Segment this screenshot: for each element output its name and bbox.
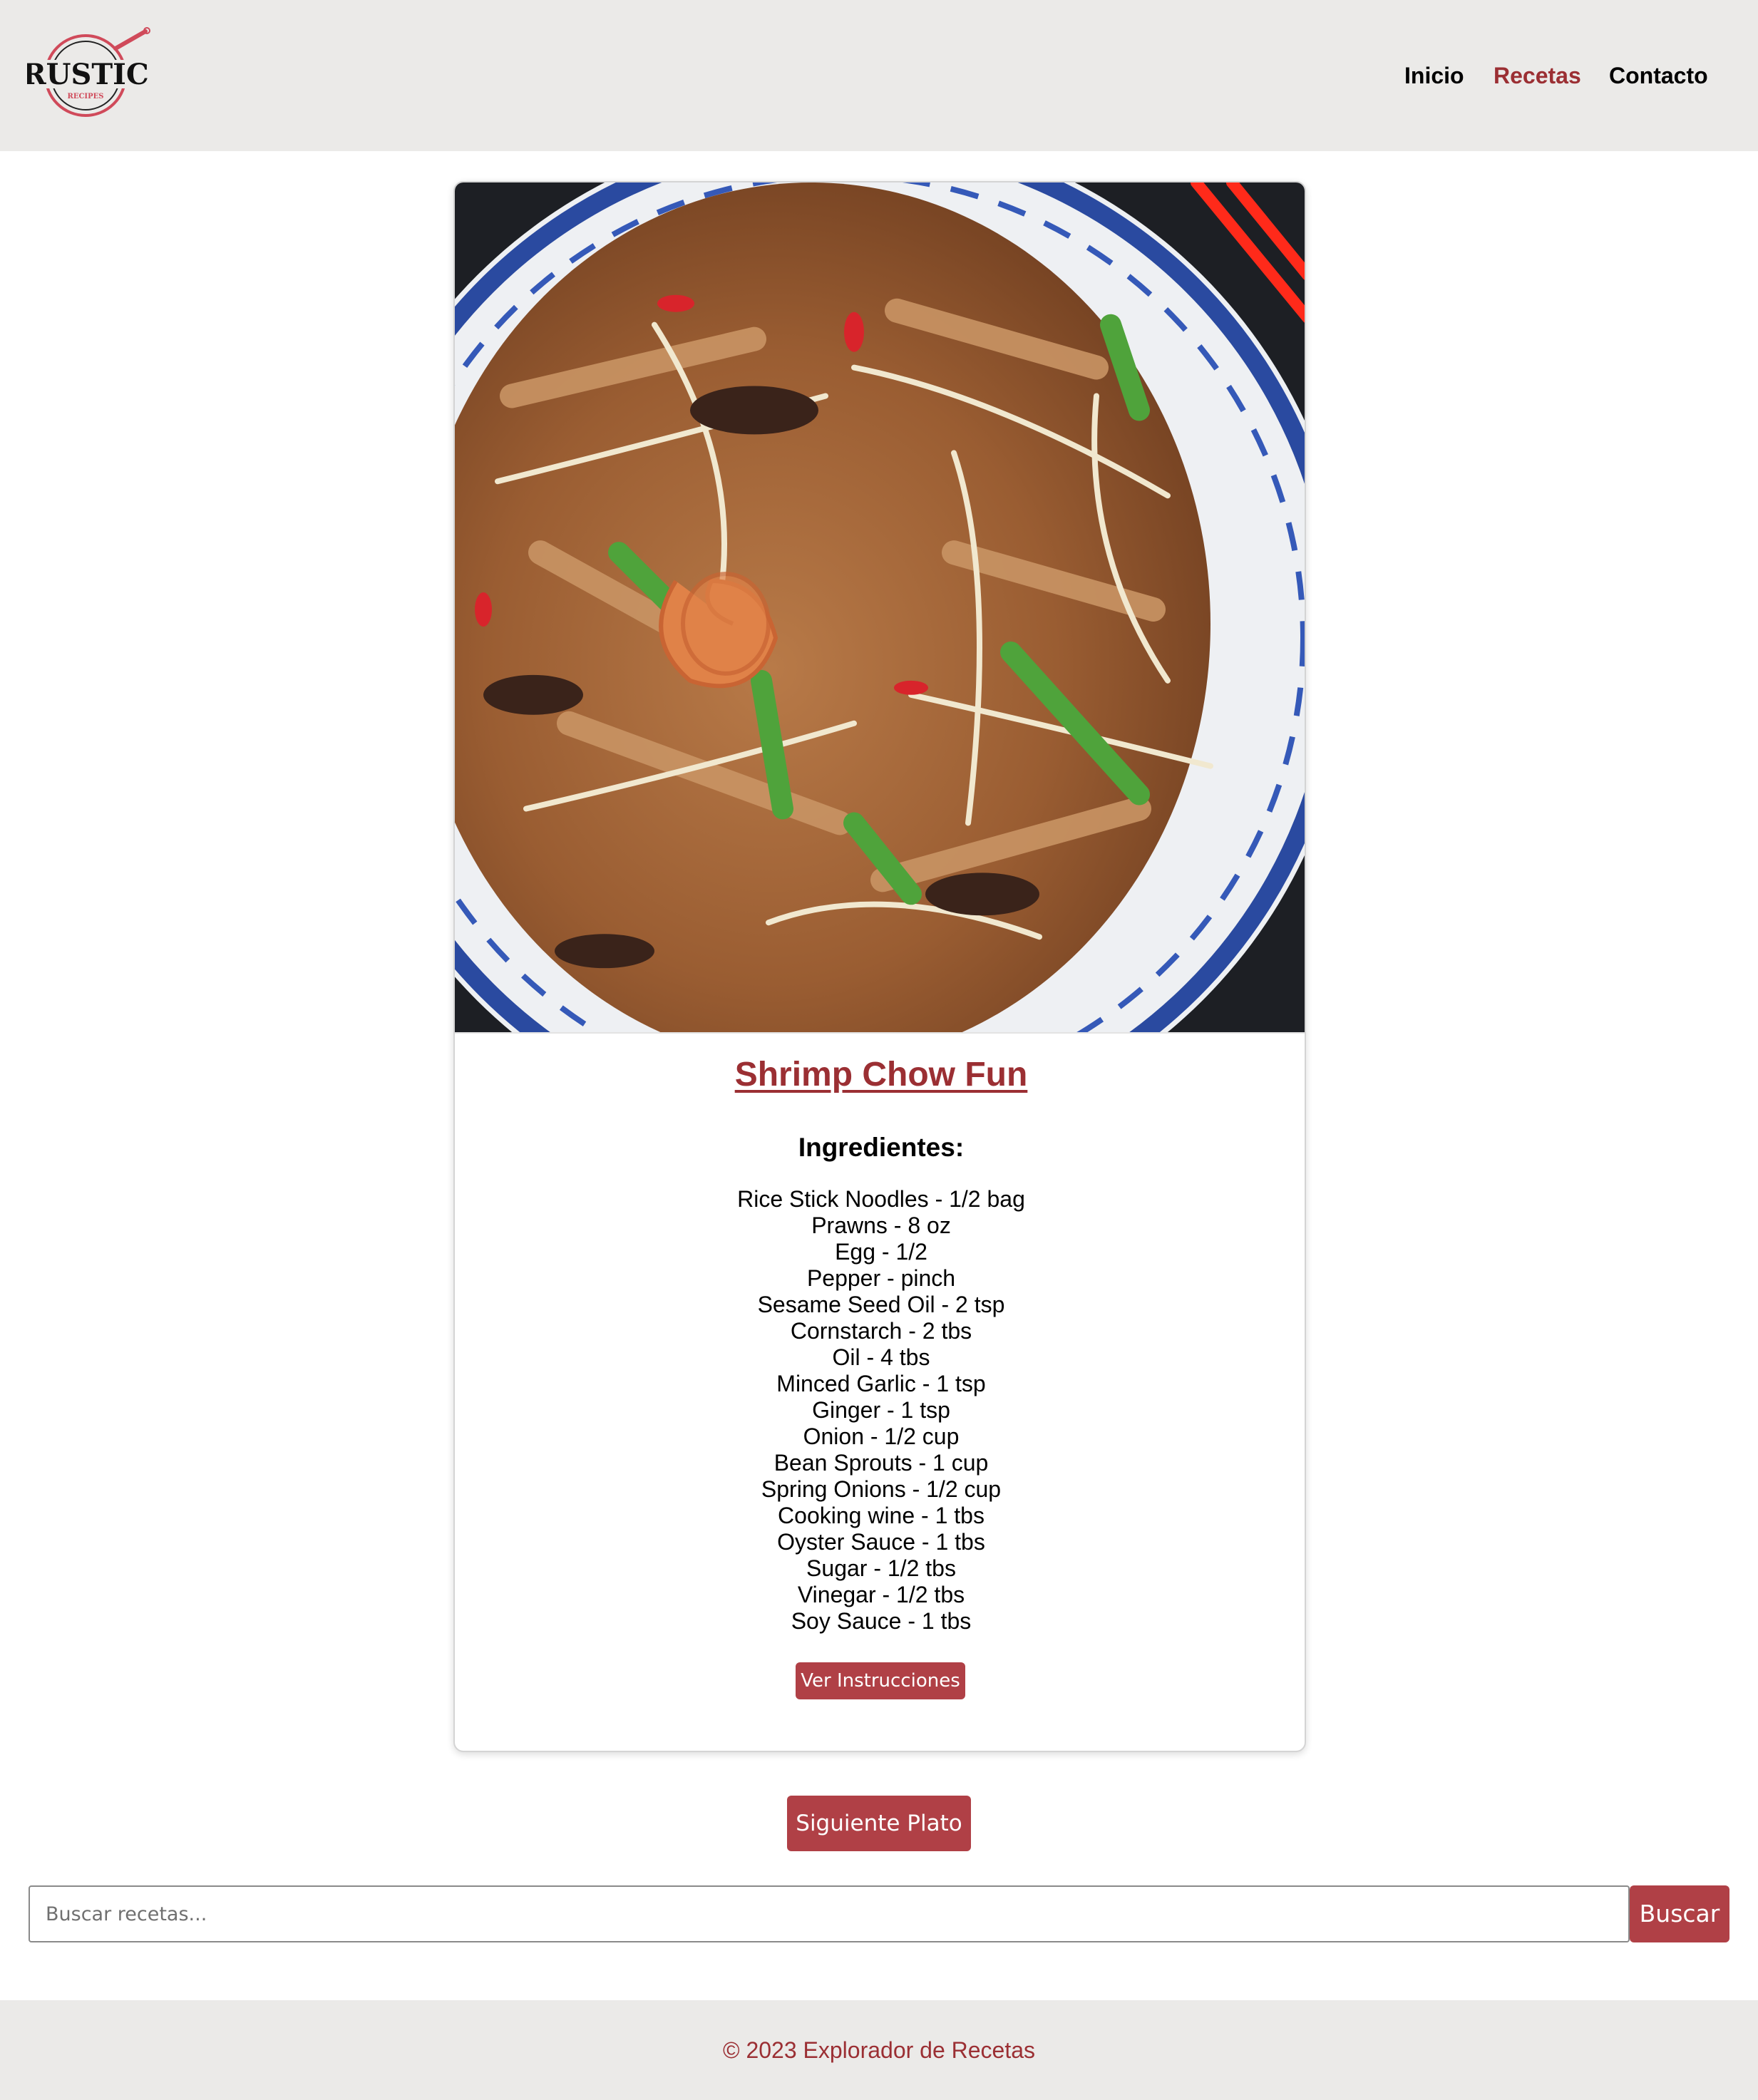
nav-link-inicio[interactable]: Inicio bbox=[1404, 60, 1464, 91]
logo-subtext: RECIPES bbox=[68, 93, 104, 101]
recipe-photo bbox=[455, 182, 1305, 1034]
main-nav: Inicio Recetas Contacto bbox=[0, 60, 1758, 91]
ingredient-item: Oil - 4 tbs bbox=[832, 1344, 930, 1370]
recipe-card: Shrimp Chow Fun Ingredientes: Rice Stick… bbox=[453, 181, 1306, 1752]
ingredients-heading: Ingredientes: bbox=[798, 1133, 965, 1162]
view-instructions-button[interactable]: Ver Instrucciones bbox=[796, 1662, 965, 1699]
ingredient-item: Minced Garlic - 1 tsp bbox=[776, 1371, 986, 1396]
ingredient-item: Prawns - 8 oz bbox=[811, 1213, 951, 1238]
ingredients-list: Rice Stick Noodles - 1/2 bag Prawns - 8 … bbox=[455, 1186, 1305, 1635]
nav-link-recetas[interactable]: Recetas bbox=[1494, 60, 1581, 91]
ingredient-item: Ginger - 1 tsp bbox=[812, 1397, 950, 1423]
ingredient-item: Sesame Seed Oil - 2 tsp bbox=[757, 1292, 1005, 1317]
ingredient-item: Egg - 1/2 bbox=[835, 1239, 927, 1265]
ingredient-item: Rice Stick Noodles - 1/2 bag bbox=[737, 1186, 1025, 1212]
nav-link-contacto[interactable]: Contacto bbox=[1609, 60, 1708, 91]
ingredient-item: Pepper - pinch bbox=[806, 1265, 956, 1291]
footer-copyright: © 2023 Explorador de Recetas bbox=[722, 2037, 1036, 2063]
ingredient-item: Cornstarch - 2 tbs bbox=[790, 1318, 972, 1344]
ingredient-item: Soy Sauce - 1 tbs bbox=[791, 1608, 972, 1634]
search-input[interactable] bbox=[29, 1885, 1630, 1942]
ingredient-item: Cooking wine - 1 tbs bbox=[778, 1503, 985, 1528]
ingredient-item: Oyster Sauce - 1 tbs bbox=[777, 1529, 985, 1555]
ingredient-item: Bean Sprouts - 1 cup bbox=[773, 1450, 989, 1476]
ingredient-item: Vinegar - 1/2 tbs bbox=[797, 1582, 965, 1607]
recipe-title[interactable]: Shrimp Chow Fun bbox=[455, 1054, 1305, 1096]
ingredient-item: Sugar - 1/2 tbs bbox=[806, 1555, 956, 1581]
next-dish-button[interactable]: Siguiente Plato bbox=[787, 1796, 971, 1851]
site-footer: © 2023 Explorador de Recetas bbox=[0, 2000, 1758, 2100]
search-button[interactable]: Buscar bbox=[1630, 1885, 1729, 1942]
ingredient-item: Spring Onions - 1/2 cup bbox=[761, 1476, 1002, 1502]
site-header: RUSTIC RECIPES Inicio Recetas Contacto bbox=[0, 0, 1758, 151]
ingredient-item: Onion - 1/2 cup bbox=[803, 1424, 960, 1449]
